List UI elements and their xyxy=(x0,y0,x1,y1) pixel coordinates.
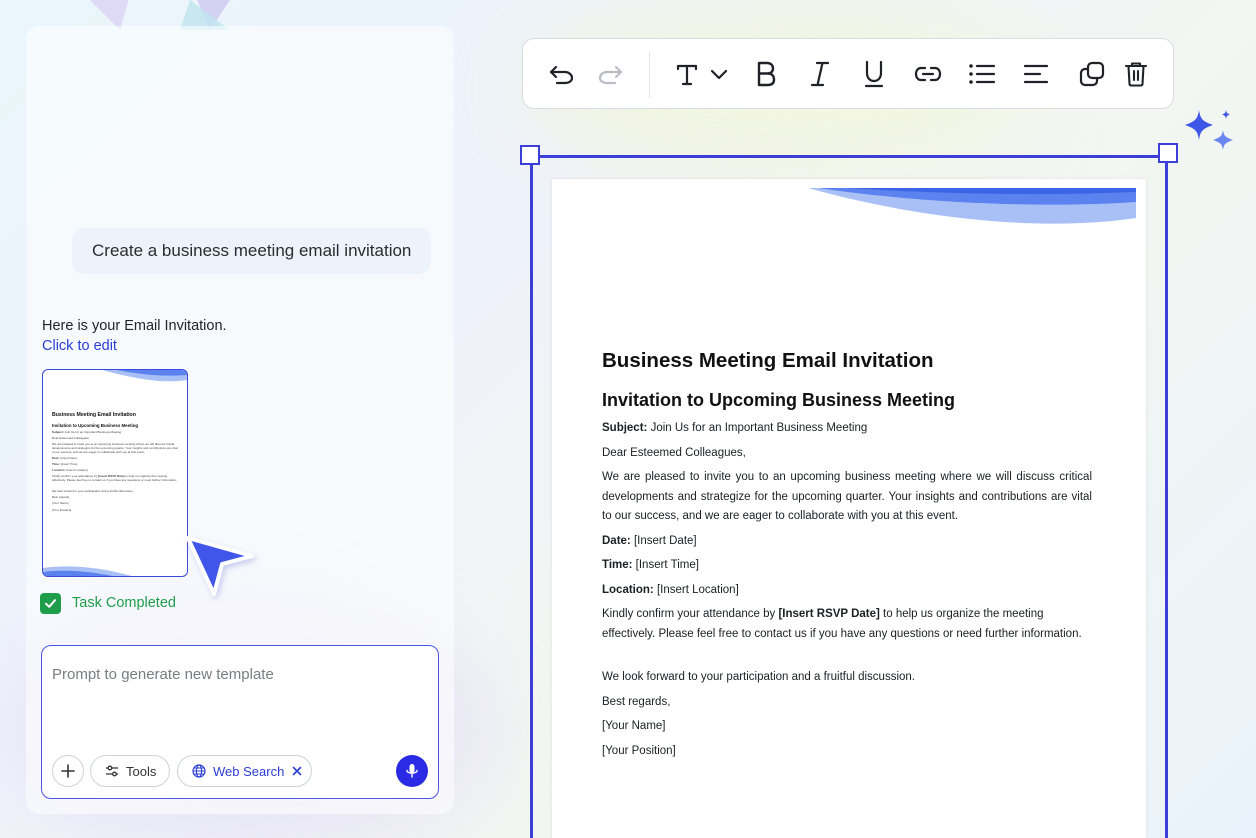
resize-handle-top-left[interactable] xyxy=(520,145,540,165)
location-line: Location: [Insert Location] xyxy=(602,583,739,596)
text-style-icon xyxy=(676,64,698,86)
thumbnail-name: [Your Name] xyxy=(52,501,69,506)
document-subtitle: Invitation to Upcoming Business Meeting xyxy=(602,390,956,410)
thumbnail-bottom-wave xyxy=(43,566,132,576)
user-message-text: Create a business meeting email invitati… xyxy=(92,241,412,260)
microphone-icon xyxy=(406,764,418,778)
link-button[interactable] xyxy=(913,57,943,91)
header-wave-decoration xyxy=(808,188,1136,224)
toolbar-divider xyxy=(649,51,650,98)
align-left-button[interactable] xyxy=(1021,57,1051,91)
pointer-cursor-icon xyxy=(186,536,254,596)
underline-icon xyxy=(864,60,884,88)
closing-line: We look forward to your participation an… xyxy=(602,671,915,683)
bullet-list-button[interactable] xyxy=(967,57,997,91)
greeting: Dear Esteemed Colleagues, xyxy=(602,446,746,459)
thumbnail-body: We are pleased to invite you to an upcom… xyxy=(52,442,178,454)
redo-button[interactable] xyxy=(595,57,625,91)
redo-icon xyxy=(598,65,623,85)
date-line: Date: [Insert Date] xyxy=(602,534,697,547)
italic-button[interactable] xyxy=(805,57,835,91)
document-page[interactable]: Business Meeting Email Invitation Invita… xyxy=(552,179,1146,838)
bullet-list-icon xyxy=(969,64,996,84)
plus-icon xyxy=(61,764,75,778)
link-icon xyxy=(914,66,942,82)
body-paragraph: We are pleased to invite you to an upcom… xyxy=(602,471,1092,522)
thumbnail-content: Business Meeting Email Invitation Invita… xyxy=(52,412,179,515)
assistant-reply-text: Here is your Email Invitation. xyxy=(42,318,227,334)
thumbnail-location: Location: [Insert Location] xyxy=(52,468,88,473)
thumbnail-date: Date: [Insert Date] xyxy=(52,455,77,460)
undo-icon xyxy=(549,65,574,85)
italic-icon xyxy=(810,61,830,87)
thumbnail-regards: Best regards, xyxy=(52,495,70,500)
sender-name: [Your Name] xyxy=(602,720,666,732)
user-message-bubble: Create a business meeting email invitati… xyxy=(72,228,432,274)
document-content: Business Meeting Email Invitation Invita… xyxy=(602,349,1092,766)
prompt-composer: Tools Web Search xyxy=(41,645,439,799)
thumbnail-title: Business Meeting Email Invitation xyxy=(52,412,136,418)
delete-icon xyxy=(1124,62,1148,87)
thumbnail-greeting: Dear Esteemed Colleagues, xyxy=(52,436,90,441)
sender-position: [Your Position] xyxy=(602,744,676,757)
tools-button[interactable]: Tools xyxy=(90,755,170,787)
formatting-toolbar xyxy=(522,38,1174,109)
underline-button[interactable] xyxy=(859,57,889,91)
sparkle-icon xyxy=(1185,110,1233,150)
thumbnail-time: Time: [Insert Time] xyxy=(52,461,78,466)
duplicate-button[interactable] xyxy=(1077,57,1107,91)
task-status-label: Task Completed xyxy=(72,595,176,611)
rsvp-paragraph: Kindly confirm your attendance by [Inser… xyxy=(602,608,1082,640)
delete-button[interactable] xyxy=(1121,57,1151,91)
template-thumbnail[interactable]: Business Meeting Email Invitation Invita… xyxy=(42,369,188,577)
thumbnail-top-wave xyxy=(102,370,187,382)
bold-button[interactable] xyxy=(751,57,781,91)
web-search-chip[interactable]: Web Search xyxy=(177,755,312,787)
sliders-icon xyxy=(105,765,119,777)
close-icon[interactable] xyxy=(292,766,302,776)
document-title: Business Meeting Email Invitation xyxy=(602,349,934,372)
task-status: Task Completed xyxy=(40,592,176,614)
bold-icon xyxy=(757,61,776,87)
thumbnail-closing: We look forward to your participation an… xyxy=(52,489,134,494)
add-attachment-button[interactable] xyxy=(52,755,84,787)
microphone-button[interactable] xyxy=(396,755,428,787)
thumbnail-rsvp: Kindly confirm your attendance by [Inser… xyxy=(52,474,178,482)
text-style-dropdown[interactable] xyxy=(673,57,731,91)
web-search-label: Web Search xyxy=(213,763,285,779)
click-to-edit-link[interactable]: Click to edit xyxy=(42,338,117,354)
prompt-input[interactable] xyxy=(52,662,422,686)
thumbnail-subject: Subject: Join Us for an Important Busine… xyxy=(52,430,122,434)
regards-line: Best regards, xyxy=(602,695,671,708)
globe-icon xyxy=(192,764,206,778)
thumbnail-subtitle: Invitation to Upcoming Business Meeting xyxy=(52,423,139,428)
undo-button[interactable] xyxy=(547,57,577,91)
resize-handle-top-right[interactable] xyxy=(1158,143,1178,163)
duplicate-icon xyxy=(1079,61,1105,87)
thumbnail-position: [Your Position] xyxy=(52,507,72,512)
tools-label: Tools xyxy=(126,763,157,779)
time-line: Time: [Insert Time] xyxy=(602,559,699,571)
align-left-icon xyxy=(1023,64,1049,84)
check-icon xyxy=(40,592,61,614)
subject-line: Subject: Join Us for an Important Busine… xyxy=(602,422,868,434)
chevron-down-icon xyxy=(710,69,728,80)
